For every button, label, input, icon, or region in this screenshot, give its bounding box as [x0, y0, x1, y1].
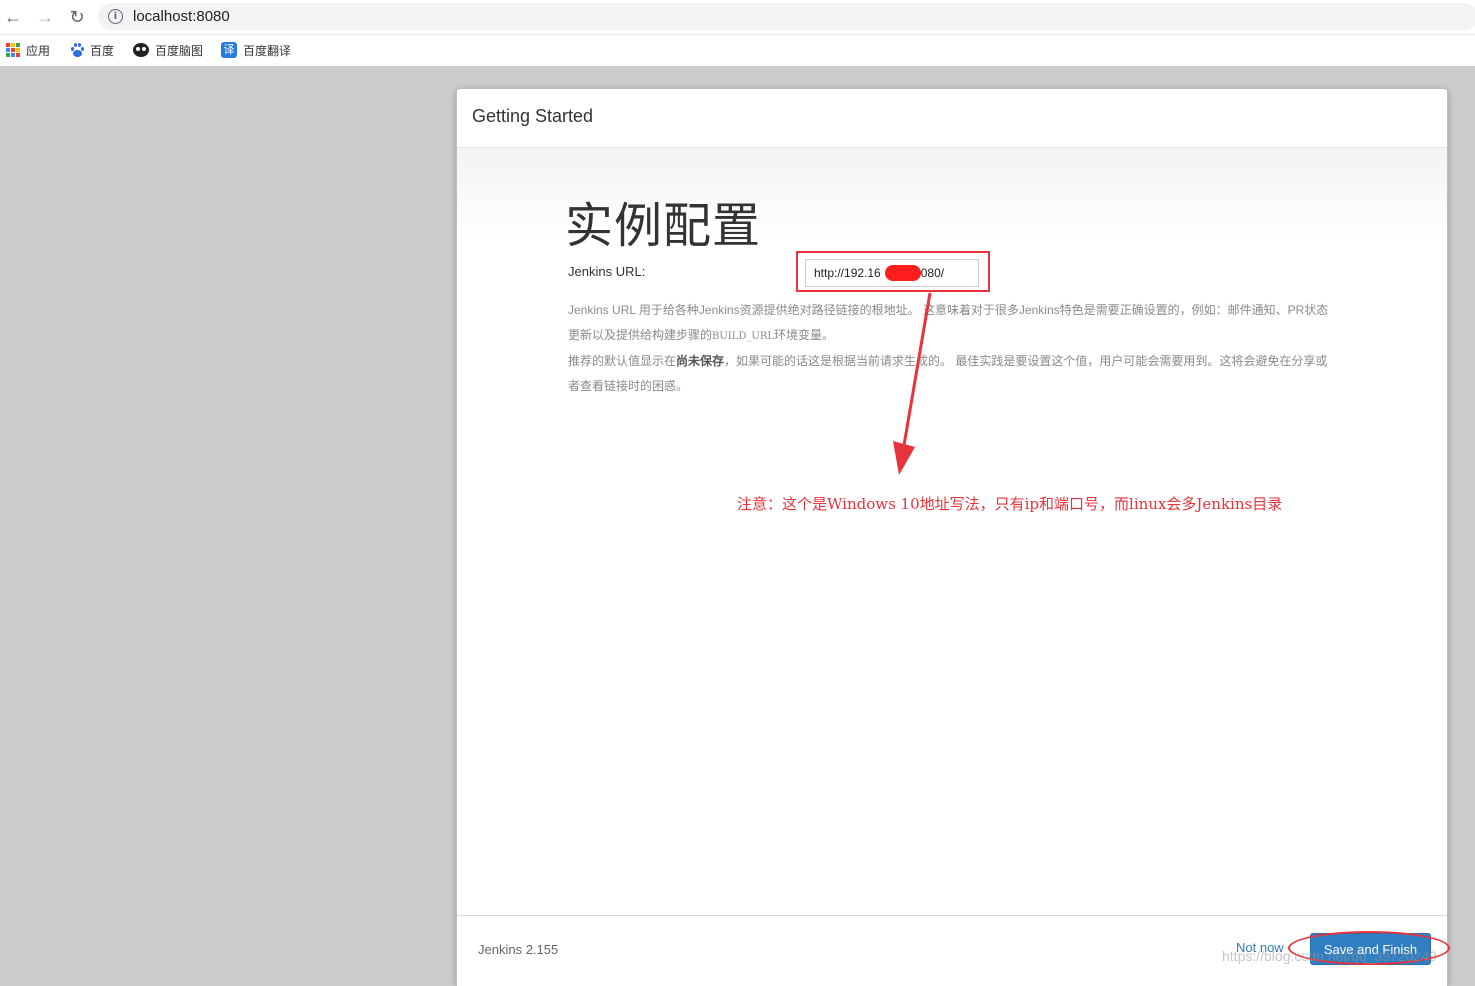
annotation-note: 注意：这个是Windows 10地址写法，只有ip和端口号，而linux会多Je…: [737, 495, 1283, 513]
bookmark-baidu-fanyi[interactable]: 译 百度翻译: [221, 41, 291, 59]
bookmark-baidu[interactable]: 百度: [70, 41, 114, 59]
bookmark-label: 应用: [26, 43, 51, 58]
help-text: Jenkins URL 用于给各种Jenkins资源提供绝对路径链接的根地址。 …: [568, 298, 1338, 399]
bookmark-baidu-naotu[interactable]: 百度脑图: [133, 41, 203, 59]
reload-icon[interactable]: ↻: [66, 6, 88, 28]
annotation-highlight-box: [796, 251, 990, 292]
jenkins-url-label: Jenkins URL:: [568, 264, 646, 279]
watermark: https://blog.csdn.net/qq_39720249: [1222, 948, 1437, 964]
translate-icon: 译: [221, 42, 237, 58]
jenkins-version: Jenkins 2.155: [478, 942, 559, 957]
bookmark-label: 百度: [90, 43, 115, 58]
bookmarks-bar: 应用 百度 百度脑图 译 百度翻译: [0, 35, 1475, 67]
dialog-title: Getting Started: [472, 106, 594, 126]
forward-icon[interactable]: →: [34, 6, 56, 28]
help-paragraph-1: Jenkins URL 用于给各种Jenkins资源提供绝对路径链接的根地址。 …: [568, 303, 1329, 342]
address-url[interactable]: localhost:8080: [133, 8, 230, 25]
dialog-body: 实例配置 Jenkins URL: Jenkins URL 用于给各种Jenki…: [457, 148, 1447, 914]
panda-icon: [133, 43, 149, 57]
baidu-paw-icon: [70, 43, 84, 57]
bookmark-label: 百度脑图: [155, 43, 204, 58]
build-url-code: BUILD_URL: [712, 331, 774, 342]
bookmark-label: 百度翻译: [243, 43, 292, 58]
dialog-header: Getting Started: [457, 89, 1447, 148]
back-icon[interactable]: ←: [2, 6, 24, 28]
setup-dialog: Getting Started 实例配置 Jenkins URL: Jenkin…: [456, 88, 1450, 986]
not-saved-text: 尚未保存: [676, 354, 725, 368]
apps-icon: [6, 43, 20, 57]
help-paragraph-2: 推荐的默认值显示在尚未保存，如果可能的话这是根据当前请求生成的。 最佳实践是要设…: [568, 354, 1328, 393]
annotation-arrow-icon: [893, 292, 932, 475]
address-bar[interactable]: i localhost:8080: [98, 3, 1475, 30]
browser-toolbar: ← → ↻ i localhost:8080: [0, 0, 1475, 35]
bookmark-apps[interactable]: 应用: [6, 41, 50, 59]
page-heading: 实例配置: [565, 198, 762, 254]
info-icon[interactable]: i: [108, 9, 123, 24]
